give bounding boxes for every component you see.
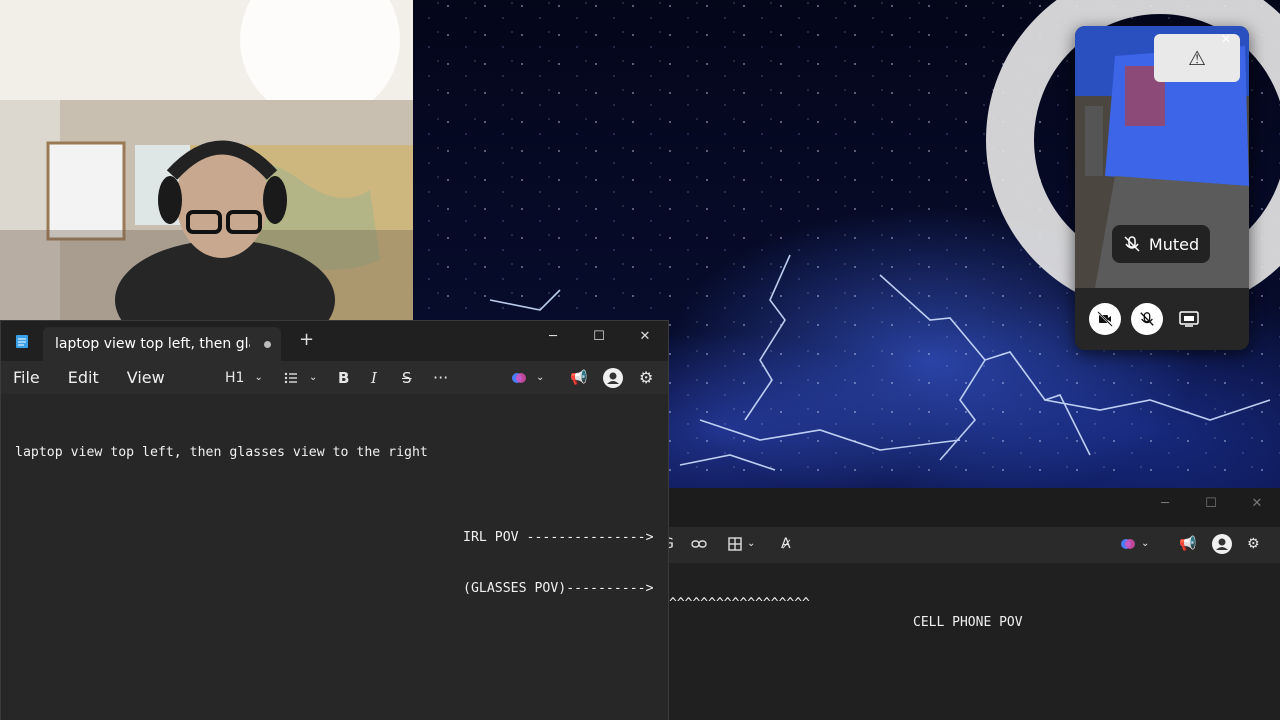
menu-edit[interactable]: Edit (68, 368, 99, 387)
list-dropdown[interactable]: ⌄ (283, 361, 317, 394)
notepad-app-icon (16, 335, 28, 348)
copilot-dropdown[interactable]: ⌄ (510, 361, 544, 394)
muted-label: Muted (1148, 234, 1200, 254)
more-options-icon[interactable]: ··· (433, 361, 448, 394)
table-dropdown[interactable]: ⌄ (727, 527, 755, 560)
chevron-down-icon: ⌄ (254, 372, 263, 383)
notepad-window-back[interactable]: ─ ☐ ✕ G ⌄ A̷ ⌄ 📢 ⚙ ^^^^^^^^^^^^^^^^^^ CE… (663, 488, 1280, 720)
screen-share-icon (1179, 311, 1199, 327)
copilot-dropdown[interactable]: ⌄ (1119, 527, 1149, 560)
close-button[interactable]: ✕ (1234, 488, 1280, 518)
menu-bar: File Edit View H1 ⌄ ⌄ B I S ··· ⌄ 📢 ⚙ (1, 361, 668, 394)
toolbar: G ⌄ A̷ ⌄ 📢 ⚙ (663, 527, 1280, 563)
bold-icon[interactable]: B (338, 361, 349, 394)
title-bar[interactable]: laptop view top left, then glasses view … (1, 321, 668, 361)
overlay-controls (1075, 288, 1249, 350)
minimize-button[interactable]: ─ (530, 321, 576, 351)
italic-icon[interactable]: I (371, 361, 377, 394)
tab-title: laptop view top left, then glasses view … (55, 336, 250, 352)
copilot-icon (512, 372, 526, 383)
irl-pov-line: IRL POV ---------------> (463, 530, 654, 545)
cell-phone-pov-text: CELL PHONE POV (913, 615, 1023, 630)
phone-camera-overlay: ⚠ ✕ Muted (1075, 26, 1249, 350)
strikethrough-icon[interactable]: S (402, 361, 412, 394)
table-icon (728, 536, 742, 551)
mic-off-icon (1140, 312, 1154, 326)
link-icon[interactable] (691, 527, 707, 560)
settings-gear-icon[interactable]: ⚙ (639, 361, 653, 394)
document-tab[interactable]: laptop view top left, then glasses view … (43, 327, 281, 361)
bulleted-list-icon (284, 372, 297, 383)
notepad-window-main[interactable]: laptop view top left, then glasses view … (0, 320, 669, 720)
chevron-down-icon: ⌄ (747, 538, 756, 549)
window-controls: ─ ☐ ✕ (530, 321, 668, 351)
camera-off-icon (1097, 311, 1113, 327)
chevron-down-icon: ⌄ (309, 372, 318, 383)
settings-gear-icon[interactable]: ⚙ (1247, 527, 1260, 560)
unsaved-dot-icon[interactable] (264, 340, 271, 348)
pov-text-block: IRL POV ---------------> (GLASSES POV)--… (463, 495, 654, 631)
camera-off-button[interactable] (1089, 303, 1121, 335)
chevron-down-icon: ⌄ (1141, 538, 1150, 549)
title-bar[interactable]: ─ ☐ ✕ (669, 488, 1280, 527)
screen-share-button[interactable] (1173, 303, 1205, 335)
glasses-pov-line: (GLASSES POV)----------> (463, 581, 654, 596)
body-text-line: laptop view top left, then glasses view … (15, 445, 428, 460)
spellcheck-icon[interactable]: A̷ (781, 527, 791, 560)
overlay-close-icon[interactable]: ✕ (1221, 32, 1231, 46)
megaphone-icon[interactable]: 📢 (570, 361, 587, 394)
muted-indicator: Muted (1112, 225, 1210, 263)
menu-view[interactable]: View (127, 368, 165, 387)
copilot-icon (1121, 538, 1135, 549)
maximize-button[interactable]: ☐ (1188, 488, 1234, 518)
close-button[interactable]: ✕ (622, 321, 668, 351)
webcam-image (0, 0, 413, 320)
warning-icon: ⚠ (1188, 46, 1206, 70)
window-controls: ─ ☐ ✕ (1142, 488, 1280, 518)
mic-off-button[interactable] (1131, 303, 1163, 335)
heading-style: H1 (225, 369, 245, 386)
mic-off-icon (1124, 236, 1140, 252)
account-avatar[interactable] (603, 361, 623, 394)
account-avatar[interactable] (1212, 527, 1232, 560)
heading-dropdown[interactable]: H1 ⌄ (225, 361, 263, 394)
minimize-button[interactable]: ─ (1142, 488, 1188, 518)
chevron-down-icon: ⌄ (536, 372, 545, 383)
menu-file[interactable]: File (13, 368, 40, 387)
new-tab-button[interactable]: + (299, 329, 314, 350)
maximize-button[interactable]: ☐ (576, 321, 622, 351)
webcam-feed (0, 0, 413, 320)
text-editor[interactable]: laptop view top left, then glasses view … (1, 394, 668, 511)
caret-line: ^^^^^^^^^^^^^^^^^^ (669, 596, 810, 611)
megaphone-icon[interactable]: 📢 (1179, 527, 1196, 560)
